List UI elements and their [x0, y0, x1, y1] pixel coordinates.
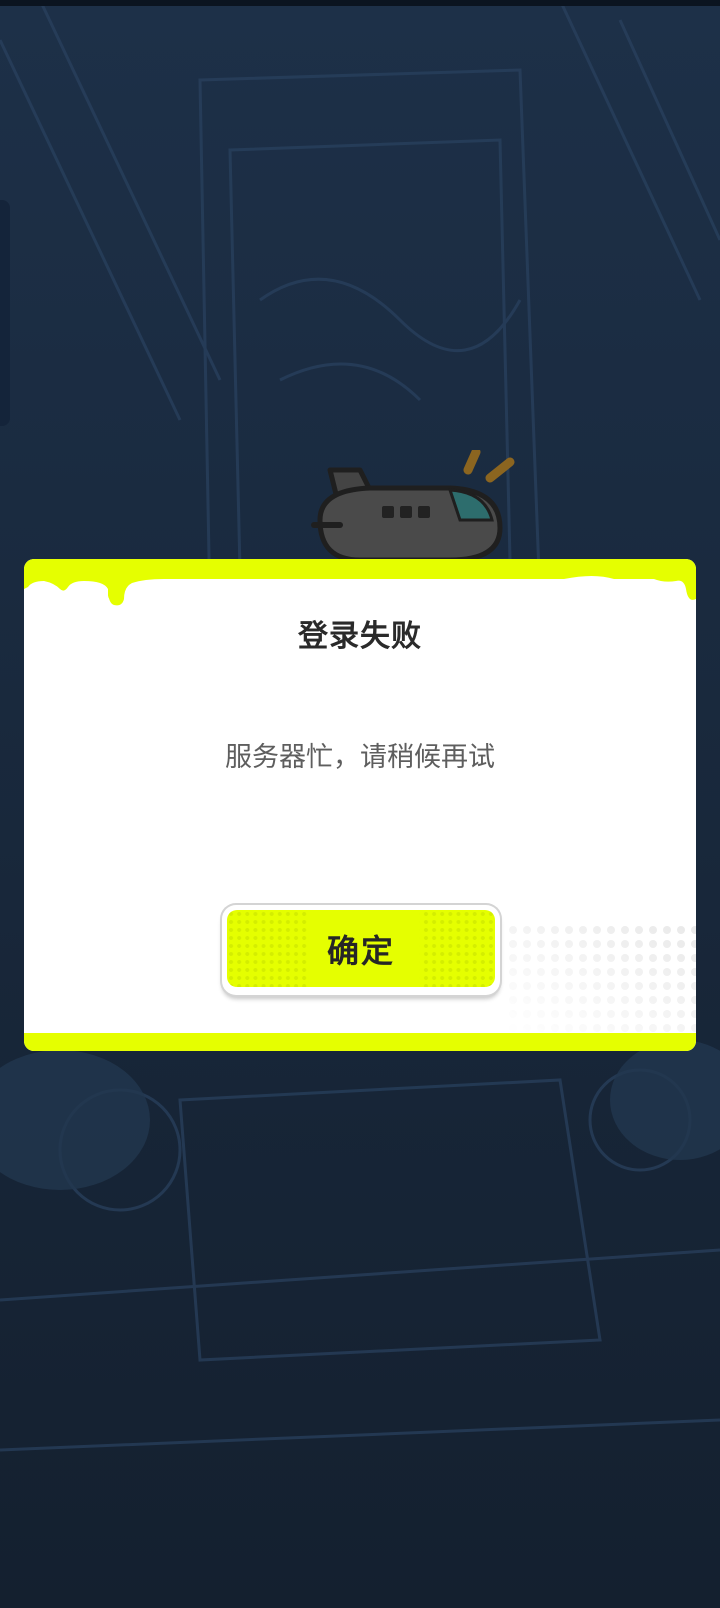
halftone-decoration	[506, 923, 696, 1033]
status-strip	[0, 0, 720, 6]
dialog-title: 登录失败	[298, 619, 422, 654]
dialog-message: 服务器忙，请稍候再试	[225, 742, 495, 773]
confirm-button[interactable]: 确定	[222, 905, 500, 995]
slime-header-decoration	[24, 559, 696, 606]
dialog-footer-bar	[24, 1033, 696, 1051]
confirm-button-face: 确定	[227, 910, 495, 987]
airplane-icon	[311, 450, 515, 563]
login-failed-dialog: 登录失败 服务器忙，请稍候再试 确定	[24, 559, 696, 1051]
side-drawer-handle[interactable]	[0, 200, 10, 426]
confirm-button-label: 确定	[326, 931, 395, 970]
